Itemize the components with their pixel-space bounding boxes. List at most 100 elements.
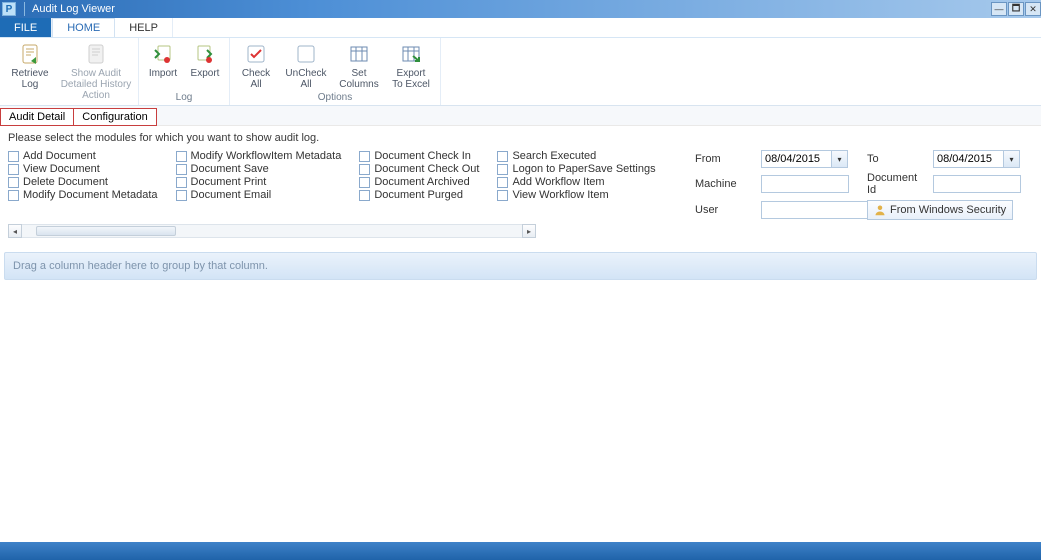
from-date-input[interactable] (761, 150, 831, 168)
module-checkbox[interactable]: View Document (8, 163, 158, 175)
hscroll-thumb[interactable] (36, 226, 176, 236)
ribbon-group-actions: Retrieve Log Show Audit Detailed History… (0, 38, 139, 105)
module-checkbox-label: Add Workflow Item (512, 176, 604, 188)
checkbox-box-icon[interactable] (176, 177, 187, 188)
maximize-button[interactable]: 🗖 (1008, 2, 1024, 16)
to-date-dropdown-icon[interactable]: ▾ (1003, 150, 1020, 168)
checkbox-box-icon[interactable] (359, 164, 370, 175)
document-id-label: Document Id (867, 172, 927, 196)
checkbox-box-icon[interactable] (497, 177, 508, 188)
module-checkbox[interactable]: Document Archived (359, 176, 479, 188)
checkbox-box-icon[interactable] (176, 190, 187, 201)
show-audit-label2: Detailed History (61, 79, 132, 90)
ribbon-group-log-label: Log (145, 91, 223, 105)
machine-label: Machine (695, 178, 755, 190)
checkbox-box-icon[interactable] (497, 190, 508, 201)
grid-group-bar[interactable]: Drag a column header here to group by th… (4, 252, 1037, 280)
checkbox-box-icon[interactable] (359, 177, 370, 188)
module-checkbox[interactable]: Document Check Out (359, 163, 479, 175)
subtabs: Audit Detail Configuration (0, 106, 1041, 126)
checkbox-box-icon[interactable] (176, 164, 187, 175)
checkbox-box-icon[interactable] (176, 151, 187, 162)
export-excel-icon (399, 42, 423, 66)
status-bar (0, 542, 1041, 560)
ribbon-group-log: Import Export Log (139, 38, 230, 105)
checkbox-box-icon[interactable] (359, 190, 370, 201)
check-all-icon (244, 42, 268, 66)
module-checkbox-label: Modify Document Metadata (23, 189, 158, 201)
ribbon-tabs: FILE HOME HELP (0, 18, 1041, 38)
checkbox-box-icon[interactable] (8, 190, 19, 201)
module-checkbox-label: Document Save (191, 163, 269, 175)
retrieve-log-button[interactable]: Retrieve Log (6, 40, 54, 102)
ribbon-tab-help[interactable]: HELP (115, 18, 173, 37)
module-checkbox-label: View Document (23, 163, 100, 175)
module-checkbox[interactable]: View Workflow Item (497, 189, 655, 201)
retrieve-log-label2: Log (22, 79, 39, 90)
module-checkbox[interactable]: Delete Document (8, 176, 158, 188)
hscroll-left-button[interactable]: ◂ (8, 224, 22, 238)
tab-audit-detail[interactable]: Audit Detail (0, 108, 74, 126)
module-checkbox[interactable]: Logon to PaperSave Settings (497, 163, 655, 175)
ribbon-group-actions-label (6, 102, 132, 105)
checkbox-box-icon[interactable] (8, 164, 19, 175)
close-button[interactable]: ✕ (1025, 2, 1041, 16)
check-all-button[interactable]: Check All (236, 40, 276, 91)
side-filters: From ▾ To ▾ Machine Document Id User F (695, 150, 1033, 220)
checkbox-box-icon[interactable] (359, 151, 370, 162)
module-checkbox[interactable]: Document Purged (359, 189, 479, 201)
module-checkbox[interactable]: Modify WorkflowItem Metadata (176, 150, 342, 162)
module-checkbox[interactable]: Modify Document Metadata (8, 189, 158, 201)
module-checkbox-label: Logon to PaperSave Settings (512, 163, 655, 175)
ribbon-tab-home[interactable]: HOME (52, 18, 115, 37)
from-windows-security-button[interactable]: From Windows Security (867, 200, 1013, 220)
from-date-dropdown-icon[interactable]: ▾ (831, 150, 848, 168)
tab-configuration[interactable]: Configuration (73, 108, 156, 126)
module-checkbox[interactable]: Document Check In (359, 150, 479, 162)
uncheck-all-button[interactable]: UnCheck All (282, 40, 330, 91)
checkbox-box-icon[interactable] (8, 177, 19, 188)
export-excel-label1: Export (397, 68, 426, 79)
module-checkbox-label: Search Executed (512, 150, 596, 162)
from-windows-security-label: From Windows Security (890, 204, 1006, 216)
retrieve-log-icon (18, 42, 42, 66)
module-checkbox-label: Document Purged (374, 189, 463, 201)
person-icon (874, 204, 886, 216)
show-audit-button[interactable]: Show Audit Detailed History Action (60, 40, 132, 102)
uncheck-all-icon (294, 42, 318, 66)
hscroll-right-button[interactable]: ▸ (522, 224, 536, 238)
to-date-input[interactable] (933, 150, 1003, 168)
export-button[interactable]: Export (187, 40, 223, 91)
retrieve-log-label1: Retrieve (11, 68, 48, 79)
set-columns-icon (347, 42, 371, 66)
document-id-input[interactable] (933, 175, 1021, 193)
ribbon-tab-file[interactable]: FILE (0, 18, 52, 37)
export-excel-button[interactable]: Export To Excel (388, 40, 434, 91)
machine-input[interactable] (761, 175, 849, 193)
module-checkbox[interactable]: Document Email (176, 189, 342, 201)
module-checkbox[interactable]: Add Document (8, 150, 158, 162)
module-checkbox[interactable]: Document Print (176, 176, 342, 188)
module-checkbox-label: Document Check Out (374, 163, 479, 175)
minimize-button[interactable]: — (991, 2, 1007, 16)
set-columns-button[interactable]: Set Columns (336, 40, 382, 91)
check-all-label2: All (250, 79, 261, 90)
checkbox-box-icon[interactable] (497, 164, 508, 175)
set-columns-label2: Columns (339, 79, 378, 90)
from-date-picker[interactable]: ▾ (761, 150, 861, 168)
module-checkbox-label: View Workflow Item (512, 189, 608, 201)
to-date-picker[interactable]: ▾ (933, 150, 1033, 168)
checkbox-box-icon[interactable] (8, 151, 19, 162)
export-icon (193, 42, 217, 66)
import-button[interactable]: Import (145, 40, 181, 91)
module-checkbox[interactable]: Document Save (176, 163, 342, 175)
module-checkbox[interactable]: Add Workflow Item (497, 176, 655, 188)
module-hscrollbar[interactable]: ◂ ▸ (8, 224, 536, 238)
checkbox-box-icon[interactable] (497, 151, 508, 162)
export-label: Export (191, 68, 220, 79)
module-checkbox-label: Document Archived (374, 176, 469, 188)
qat-divider-icon (24, 2, 28, 16)
export-excel-label2: To Excel (392, 79, 430, 90)
module-checkbox[interactable]: Search Executed (497, 150, 655, 162)
hscroll-track[interactable] (22, 224, 522, 238)
